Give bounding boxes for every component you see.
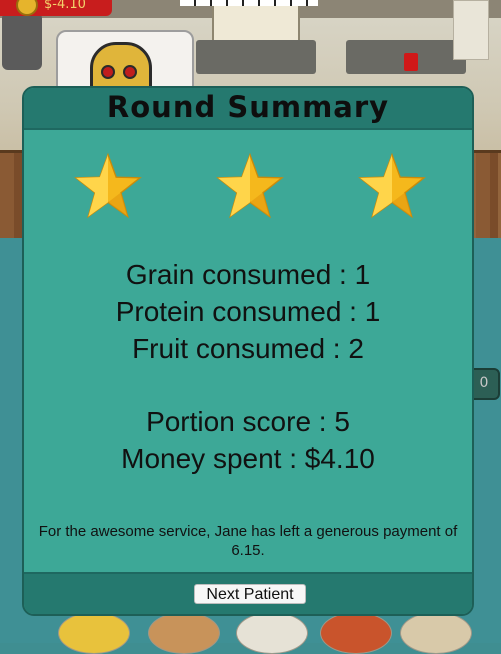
pillar — [453, 0, 489, 60]
trash-can-icon — [2, 14, 42, 70]
payment-message: For the awesome service, Jane has left a… — [38, 523, 458, 559]
grain-consumed-stat: Grain consumed : 1 — [125, 259, 371, 290]
money-value: $-4.10 — [44, 0, 86, 12]
dialog-header: Round Summary — [24, 88, 472, 130]
protein-consumed-stat: Protein consumed : 1 — [115, 296, 381, 327]
banana-icon[interactable] — [58, 612, 130, 654]
dialog-title: Round Summary — [106, 90, 390, 124]
money-badge: $-4.10 — [0, 0, 112, 16]
star-icon — [216, 152, 284, 219]
money-spent-stat: Money spent : $4.10 — [121, 443, 375, 474]
food-tray-row — [58, 612, 472, 654]
eye-icon — [101, 65, 115, 79]
star-icon — [358, 152, 426, 219]
eye-icon — [123, 65, 137, 79]
cafeteria-table — [196, 40, 316, 74]
food-dish-icon[interactable] — [400, 612, 472, 654]
noodle-dish-icon[interactable] — [236, 612, 308, 654]
star-rating — [24, 152, 472, 222]
coin-icon — [16, 0, 38, 16]
dialog-footer: Next Patient — [24, 572, 472, 614]
top-strip — [180, 0, 318, 6]
round-stats: Grain consumed : 1 Protein consumed : 1 … — [24, 256, 472, 477]
portion-score-stat: Portion score : 5 — [146, 406, 350, 437]
next-patient-button[interactable]: Next Patient — [194, 584, 306, 604]
side-counter-value: 0 — [479, 375, 489, 391]
salad-dish-icon[interactable] — [320, 612, 392, 654]
stat-spacer — [24, 367, 472, 403]
star-icon — [74, 152, 142, 219]
food-dish-icon[interactable] — [148, 612, 220, 654]
round-summary-dialog: Round Summary Grain consumed : 1 Protein… — [22, 86, 474, 616]
fruit-consumed-stat: Fruit consumed : 2 — [132, 333, 364, 364]
drink-cup-icon — [404, 53, 418, 71]
